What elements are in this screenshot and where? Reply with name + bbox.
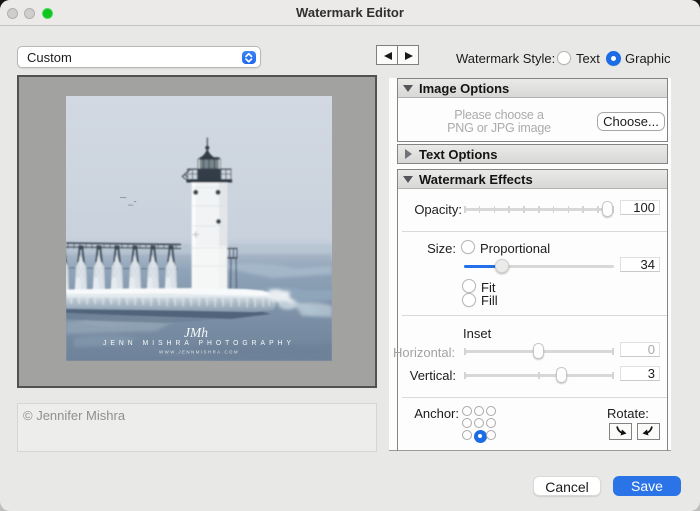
svg-text:WWW.JENNMISHRA.COM: WWW.JENNMISHRA.COM [159,350,239,355]
svg-text:JMh: JMh [184,325,208,340]
svg-text:JENN MISHRA PHOTOGRAPHY: JENN MISHRA PHOTOGRAPHY [103,340,295,347]
